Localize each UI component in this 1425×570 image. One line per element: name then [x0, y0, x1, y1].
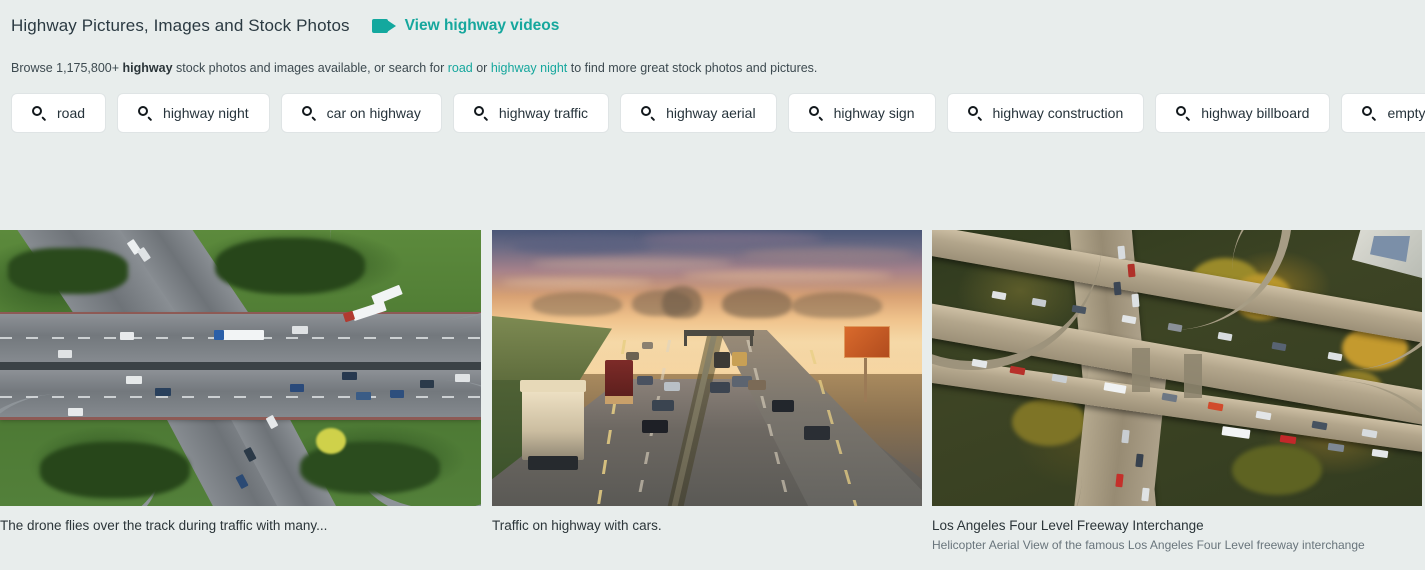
page-header: Highway Pictures, Images and Stock Photo…	[0, 0, 1425, 40]
chip-highway-billboard[interactable]: highway billboard	[1155, 93, 1331, 133]
results-grid: The drone flies over the track during tr…	[0, 230, 1425, 552]
result-caption-area: The drone flies over the track during tr…	[0, 506, 481, 533]
result-caption: Traffic on highway with cars.	[492, 518, 662, 533]
browse-conjunction: or	[472, 61, 491, 75]
search-icon	[1176, 106, 1190, 120]
search-icon	[138, 106, 152, 120]
result-thumbnail[interactable]	[932, 230, 1422, 506]
chip-road[interactable]: road	[11, 93, 107, 133]
chip-highway-aerial[interactable]: highway aerial	[620, 93, 777, 133]
chip-empty-highway[interactable]: empty highway	[1341, 93, 1425, 133]
chip-label: road	[57, 105, 86, 121]
search-icon	[473, 106, 488, 120]
result-caption: The drone flies over the track during tr…	[0, 518, 328, 533]
page-title: Highway Pictures, Images and Stock Photo…	[11, 16, 350, 35]
search-results-page: Highway Pictures, Images and Stock Photo…	[0, 0, 1425, 570]
chip-label: highway construction	[992, 105, 1124, 121]
chip-highway-construction[interactable]: highway construction	[946, 93, 1145, 133]
search-icon	[808, 106, 823, 120]
result-caption-area: Traffic on highway with cars.	[492, 506, 922, 533]
result-caption-area: Los Angeles Four Level Freeway Interchan…	[932, 506, 1422, 552]
results-row-1: The drone flies over the track during tr…	[0, 230, 1425, 552]
chip-label: highway traffic	[498, 105, 589, 121]
search-icon	[1362, 106, 1376, 120]
chip-highway-traffic[interactable]: highway traffic	[452, 93, 610, 133]
search-icon	[32, 106, 46, 120]
result-thumbnail[interactable]	[0, 230, 481, 506]
chip-label: car on highway	[326, 105, 421, 121]
result-card[interactable]: Traffic on highway with cars.	[492, 230, 922, 533]
chip-label: highway sign	[833, 105, 915, 121]
search-icon	[301, 106, 316, 120]
browse-keyword: highway	[122, 61, 173, 75]
view-highway-videos-label: View highway videos	[404, 17, 560, 34]
video-camera-icon	[371, 18, 396, 34]
browse-description: Browse 1,175,800+ highway stock photos a…	[0, 61, 1425, 75]
result-subcaption: Helicopter Aerial View of the famous Los…	[932, 538, 1365, 552]
chip-car-on-highway[interactable]: car on highway	[280, 93, 442, 133]
browse-prefix: Browse 1,175,800+	[11, 61, 123, 75]
chip-highway-night[interactable]: highway night	[117, 93, 270, 133]
browse-suffix: to find more great stock photos and pict…	[567, 61, 818, 75]
browse-middle: stock photos and images available, or se…	[172, 61, 448, 75]
la-interchange-image	[932, 230, 1422, 506]
chip-label: highway night	[163, 105, 249, 121]
related-searches-row: road highway night car on highway highwa…	[0, 92, 1425, 134]
browse-link-road[interactable]: road	[448, 61, 473, 75]
result-card[interactable]: The drone flies over the track during tr…	[0, 230, 481, 533]
result-thumbnail[interactable]	[492, 230, 922, 506]
browse-link-highway-night[interactable]: highway night	[491, 61, 567, 75]
search-icon	[641, 106, 655, 120]
result-card[interactable]: Los Angeles Four Level Freeway Interchan…	[932, 230, 1422, 552]
result-caption: Los Angeles Four Level Freeway Interchan…	[932, 518, 1204, 533]
view-highway-videos-link[interactable]: View highway videos	[371, 17, 560, 35]
chip-highway-sign[interactable]: highway sign	[787, 93, 936, 133]
sunset-highway-image	[492, 230, 922, 506]
chip-label: highway aerial	[666, 105, 756, 121]
chip-label: highway billboard	[1201, 105, 1310, 121]
aerial-overpass-image	[0, 230, 481, 506]
search-icon	[967, 106, 982, 120]
chip-label: empty highway	[1387, 105, 1425, 121]
